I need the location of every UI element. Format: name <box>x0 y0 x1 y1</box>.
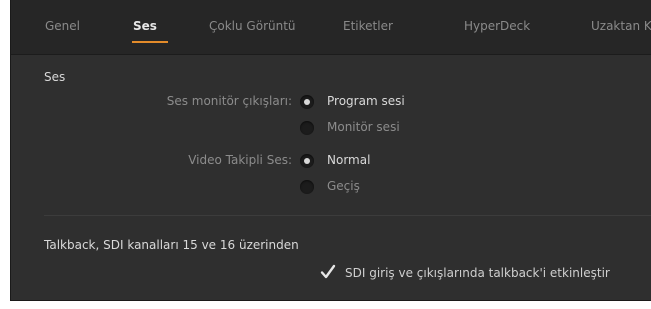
tab-bar: Genel Ses Çoklu Görüntü Etiketler HyperD… <box>11 0 651 55</box>
radio-monitor-audio-label[interactable]: Monitör sesi <box>327 120 400 134</box>
radio-program-audio-label[interactable]: Program sesi <box>327 94 405 108</box>
checkmark-icon <box>320 264 336 279</box>
radio-program-audio[interactable] <box>300 95 314 109</box>
tab-remote[interactable]: Uzaktan K <box>591 19 651 33</box>
audio-follow-video-label: Video Takipli Ses: <box>188 153 292 167</box>
section-divider <box>44 215 651 216</box>
radio-transition-label[interactable]: Geçiş <box>327 179 360 193</box>
talkback-section-title: Talkback, SDI kanalları 15 ve 16 üzerind… <box>44 238 299 252</box>
radio-transition[interactable] <box>300 180 314 194</box>
tab-multiview[interactable]: Çoklu Görüntü <box>209 19 296 33</box>
radio-normal[interactable] <box>300 154 314 168</box>
talkback-checkbox-label[interactable]: SDI giriş ve çıkışlarında talkback'i etk… <box>345 266 610 280</box>
audio-section-title: Ses <box>44 70 66 84</box>
radio-selected-dot <box>304 99 310 105</box>
tab-hyperdeck[interactable]: HyperDeck <box>464 19 530 33</box>
preferences-window: Genel Ses Çoklu Görüntü Etiketler HyperD… <box>10 0 651 301</box>
tab-audio[interactable]: Ses <box>133 19 157 33</box>
talkback-checkbox[interactable] <box>320 264 336 280</box>
tab-general[interactable]: Genel <box>45 19 80 33</box>
active-tab-indicator <box>132 41 168 43</box>
radio-monitor-audio[interactable] <box>300 121 314 135</box>
monitor-outputs-label: Ses monitör çıkışları: <box>166 94 292 108</box>
radio-selected-dot <box>304 158 310 164</box>
radio-normal-label[interactable]: Normal <box>327 153 370 167</box>
tab-labels[interactable]: Etiketler <box>343 19 393 33</box>
